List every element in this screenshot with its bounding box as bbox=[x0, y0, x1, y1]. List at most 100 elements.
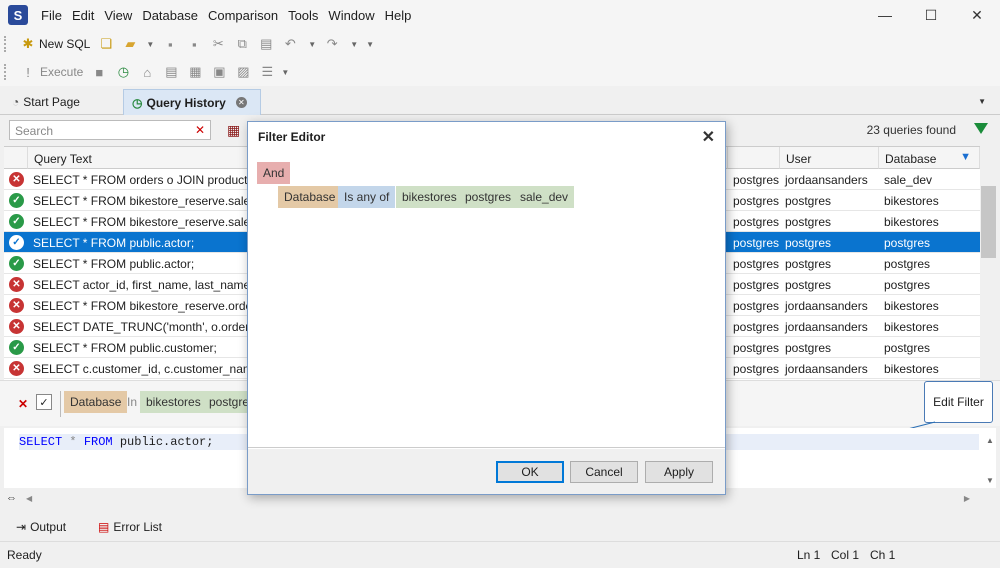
clear-search-icon[interactable]: ✕ bbox=[195, 123, 205, 137]
tool-button-5[interactable]: ▨ bbox=[231, 61, 255, 83]
tool-button-6[interactable]: ☰ ▼ bbox=[255, 61, 293, 83]
status-text: Ready bbox=[7, 548, 42, 562]
execute-button[interactable]: ! Execute bbox=[16, 61, 87, 83]
menu-bar: S File Edit View Database Comparison Too… bbox=[0, 0, 1000, 30]
menu-database[interactable]: Database bbox=[137, 8, 203, 23]
redo-button[interactable]: ↷ ▼ bbox=[320, 33, 362, 55]
copy-button[interactable]: ⧉ bbox=[230, 33, 254, 55]
maximize-button[interactable]: ☐ bbox=[908, 0, 954, 30]
tool-button-3[interactable]: ▦ bbox=[183, 61, 207, 83]
paste-button[interactable]: ▤ bbox=[254, 33, 278, 55]
clear-filter-icon[interactable]: ✕ bbox=[18, 397, 28, 411]
column-header-user[interactable]: User bbox=[780, 147, 879, 169]
status-bar: Ready Ln 1 Col 1 Ch 1 bbox=[0, 541, 1000, 568]
redo-icon: ↷ bbox=[326, 36, 338, 51]
apply-button[interactable]: Apply bbox=[645, 461, 713, 483]
close-window-button[interactable]: ✕ bbox=[954, 0, 1000, 30]
copy-icon: ⧉ bbox=[237, 36, 247, 51]
menu-file[interactable]: File bbox=[36, 8, 67, 23]
scroll-right-icon[interactable]: ▶ bbox=[964, 494, 970, 503]
status-column: Col 1 bbox=[831, 548, 860, 562]
paste-icon: ▤ bbox=[260, 36, 273, 51]
condition-value-token[interactable]: postgres bbox=[459, 186, 518, 208]
new-file-icon: ❏ bbox=[100, 36, 113, 51]
logic-operator-token[interactable]: And bbox=[257, 162, 291, 184]
new-sql-label: New SQL bbox=[39, 37, 91, 51]
enable-filter-checkbox[interactable]: ✓ bbox=[36, 394, 52, 410]
tool-button-1[interactable]: ⌂ bbox=[135, 61, 159, 83]
open-button[interactable]: ▰ ▼ bbox=[118, 33, 158, 55]
condition-value-token[interactable]: bikestores bbox=[396, 186, 463, 208]
execute-label: Execute bbox=[40, 65, 84, 79]
tab-output[interactable]: ⇥ Output bbox=[16, 520, 66, 534]
toolbar-grip[interactable] bbox=[4, 36, 8, 52]
ok-button[interactable]: OK bbox=[496, 461, 564, 483]
output-icon: ⇥ bbox=[16, 520, 27, 534]
stop-button[interactable]: ■ bbox=[87, 61, 111, 83]
close-tab-icon[interactable]: ✕ bbox=[235, 97, 247, 108]
tool-button-2[interactable]: ▤ bbox=[159, 61, 183, 83]
scroll-left-icon[interactable]: ◀ bbox=[26, 494, 32, 503]
condition-value-token[interactable]: sale_dev bbox=[514, 186, 575, 208]
cell-user: postgres bbox=[785, 257, 832, 271]
edit-filter-callout[interactable]: Edit Filter bbox=[924, 381, 993, 423]
tab-query-history[interactable]: ◷ Query History ✕ bbox=[123, 89, 261, 115]
cell-login: postgres bbox=[733, 236, 780, 250]
save-button[interactable]: ▪ bbox=[158, 33, 182, 55]
toolbar-execute: ! Execute ■ ◷ ⌂ ▤ ▦ ▣ ▨ ☰ ▼ bbox=[0, 58, 1000, 86]
scroll-up-icon[interactable]: ▲ bbox=[986, 436, 994, 445]
cancel-button[interactable]: Cancel bbox=[570, 461, 638, 483]
minimize-button[interactable]: — bbox=[862, 0, 908, 30]
toolbar-grip[interactable] bbox=[4, 64, 8, 80]
cut-button[interactable]: ✂ bbox=[206, 33, 230, 55]
new-sql-icon: ✱ bbox=[22, 36, 34, 51]
menu-tools[interactable]: Tools bbox=[283, 8, 323, 23]
new-sql-button[interactable]: ✱ New SQL bbox=[16, 33, 94, 55]
tab-error-list[interactable]: ▤ Error List bbox=[98, 520, 162, 534]
column-header-database[interactable]: Database ▼ bbox=[879, 147, 980, 169]
column-filter-icon[interactable]: ▼ bbox=[960, 151, 971, 163]
menu-edit[interactable]: Edit bbox=[67, 8, 99, 23]
error-icon: ✕ bbox=[9, 361, 24, 376]
condition-operator-token[interactable]: Is any of bbox=[338, 186, 396, 208]
undo-button[interactable]: ↶ ▼ bbox=[278, 33, 320, 55]
document-icon: ▤ bbox=[165, 64, 178, 79]
grid-scroll-thumb[interactable] bbox=[981, 186, 996, 258]
document-tabs: ◔ Start Page ◷ Query History ✕ ▼ bbox=[0, 89, 1000, 115]
tab-list-chevron-icon[interactable]: ▼ bbox=[978, 97, 986, 106]
tab-start-page-label: Start Page bbox=[23, 95, 80, 109]
cell-user: jordaansanders bbox=[785, 362, 868, 376]
sql-star: * bbox=[69, 435, 77, 449]
scroll-down-icon[interactable]: ▼ bbox=[986, 476, 994, 485]
success-icon: ✓ bbox=[9, 256, 24, 271]
layout-icon: ▣ bbox=[213, 64, 226, 79]
image-icon: ▨ bbox=[237, 64, 250, 79]
calendar-icon[interactable]: ▦ bbox=[227, 122, 240, 139]
tool-button-4[interactable]: ▣ bbox=[207, 61, 231, 83]
grid-vertical-scrollbar[interactable] bbox=[980, 146, 997, 380]
cell-login: postgres bbox=[733, 341, 780, 355]
new-file-button[interactable]: ❏ bbox=[94, 33, 118, 55]
success-icon: ✓ bbox=[9, 235, 24, 250]
cell-database: postgres bbox=[884, 236, 931, 250]
dialog-close-icon[interactable]: ✕ bbox=[702, 127, 715, 147]
history-icon: ◷ bbox=[117, 64, 130, 79]
menu-comparison[interactable]: Comparison bbox=[203, 8, 283, 23]
filter-expression[interactable]: Database In bikestores postgres bbox=[60, 391, 249, 417]
toolbar-overflow-button[interactable]: ▼ bbox=[362, 33, 378, 55]
split-icon[interactable]: ⇔ bbox=[6, 492, 17, 504]
search-placeholder: Search bbox=[15, 124, 54, 138]
condition-field-token[interactable]: Database bbox=[278, 186, 342, 208]
menu-view[interactable]: View bbox=[99, 8, 137, 23]
menu-help[interactable]: Help bbox=[380, 8, 417, 23]
menu-window[interactable]: Window bbox=[323, 8, 379, 23]
filter-funnel-icon[interactable] bbox=[974, 123, 988, 134]
success-icon: ✓ bbox=[9, 193, 24, 208]
column-header-login[interactable] bbox=[728, 147, 780, 169]
search-input[interactable]: Search ✕ bbox=[9, 120, 211, 140]
history-button[interactable]: ◷ bbox=[111, 61, 135, 83]
filter-field-token: Database bbox=[64, 391, 128, 413]
save-all-button[interactable]: ▪ bbox=[182, 33, 206, 55]
filter-value-token: bikestores bbox=[140, 391, 207, 413]
tab-start-page[interactable]: ◔ Start Page bbox=[4, 89, 88, 115]
